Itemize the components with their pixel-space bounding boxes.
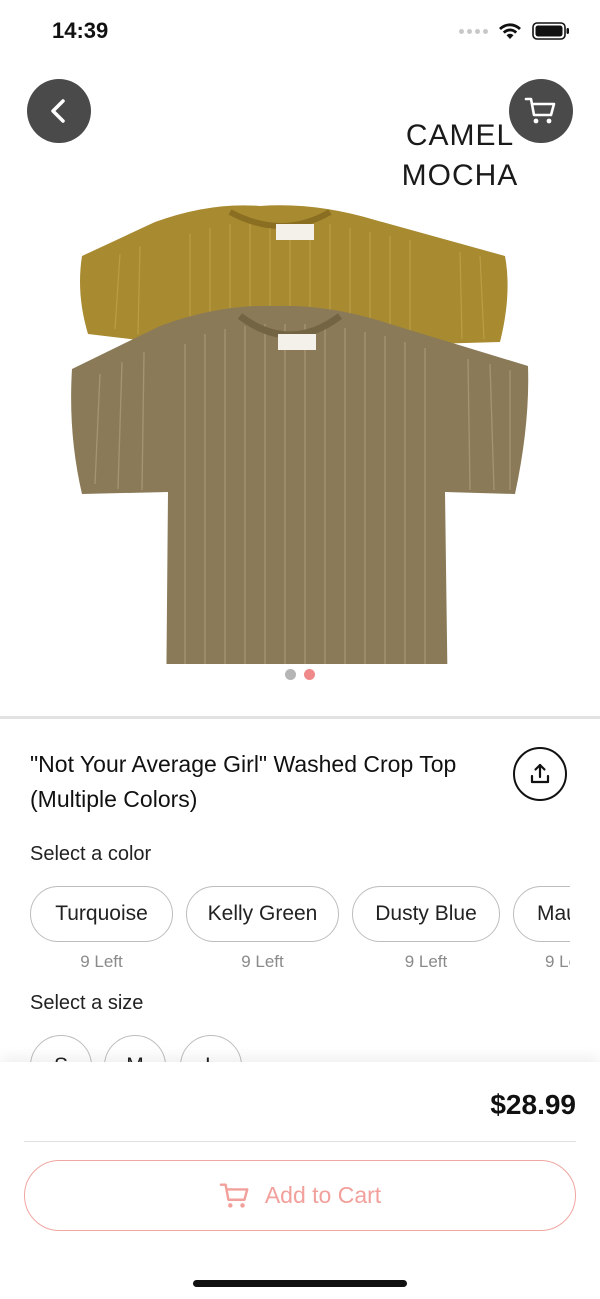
size-select-label: Select a size xyxy=(30,992,144,1014)
cart-icon xyxy=(219,1182,249,1208)
image-pager xyxy=(0,669,600,680)
product-title: "Not Your Average Girl" Washed Crop Top … xyxy=(30,751,457,812)
color-options-list[interactable]: Turquoise 9 Left Kelly Green 9 Left Dust… xyxy=(30,886,570,981)
cart-icon xyxy=(524,97,556,124)
color-option-mauve[interactable]: Mau xyxy=(513,886,570,942)
product-price: $28.99 xyxy=(490,1089,576,1120)
status-icons xyxy=(459,22,570,40)
product-image-carousel[interactable]: CAMEL MOCHA xyxy=(0,64,600,716)
home-indicator[interactable] xyxy=(193,1280,407,1287)
status-bar: 14:39 xyxy=(0,0,600,64)
cart-button[interactable] xyxy=(509,79,573,143)
add-to-cart-label: Add to Cart xyxy=(264,1182,382,1208)
color-stock-mauve: 9 Le xyxy=(545,952,570,971)
color-option-dusty-blue[interactable]: Dusty Blue xyxy=(352,886,500,942)
color-stock-kelly-green: 9 Left xyxy=(241,952,284,971)
image-color-caption: CAMEL MOCHA xyxy=(401,119,519,192)
panel-divider xyxy=(24,1141,576,1142)
color-stock-dusty-blue: 9 Left xyxy=(404,952,448,971)
status-time: 14:39 xyxy=(52,18,109,43)
section-divider xyxy=(0,716,600,719)
add-to-cart-button[interactable]: Add to Cart xyxy=(24,1160,576,1231)
share-icon xyxy=(530,763,550,784)
pager-dot-2-active[interactable] xyxy=(304,669,315,680)
color-select-label: Select a color xyxy=(30,843,152,865)
battery-icon xyxy=(532,22,569,40)
color-option-turquoise[interactable]: Turquoise xyxy=(30,886,173,942)
color-option-kelly-green[interactable]: Kelly Green xyxy=(186,886,339,942)
signal-dots-icon xyxy=(459,28,488,34)
chevron-left-icon xyxy=(51,99,65,123)
pager-dot-1[interactable] xyxy=(285,669,296,680)
purchase-panel: $28.99 Add to Cart xyxy=(0,1062,600,1299)
back-button[interactable] xyxy=(27,79,91,143)
share-button[interactable] xyxy=(513,747,567,801)
wifi-icon xyxy=(499,23,521,39)
product-photo xyxy=(71,205,529,664)
color-stock-turquoise: 9 Left xyxy=(80,952,123,971)
